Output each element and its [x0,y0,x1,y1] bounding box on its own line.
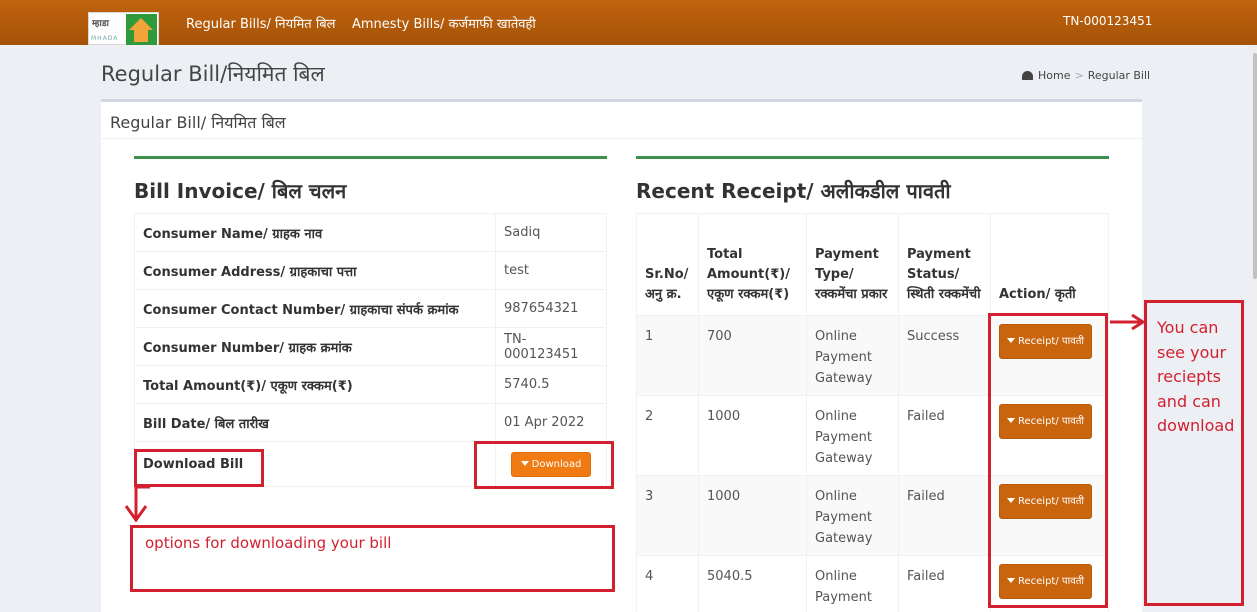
breadcrumb-home[interactable]: Home [1038,69,1070,82]
table-row: Total Amount(₹)/ एकूण रक्कम(₹) 5740.5 [134,365,607,404]
top-navbar: म्हाडा MHADA Regular Bills/ नियमित बिल A… [0,0,1257,45]
scrollbar-thumb[interactable] [1253,53,1257,279]
invoice-value: 987654321 [495,289,607,328]
breadcrumb-current: Regular Bill [1087,69,1151,82]
table-header-row: Sr.No/ अनु क्र. Total Amount(₹)/ एकूण रक… [636,213,1109,316]
breadcrumb: Home > Regular Bill [1022,69,1150,82]
annotation-receipt-note: You can see your reciepts and can downlo… [1157,318,1235,435]
cell-payment-status: Success [898,315,991,396]
invoice-value: 01 Apr 2022 [495,403,607,442]
cell-srno: 4 [636,555,699,612]
col-header-srno: Sr.No/ अनु क्र. [636,213,699,316]
invoice-value: TN-000123451 [495,327,607,366]
page-title: Regular Bill/नियमित बिल [101,62,325,86]
nav-regular-bills[interactable]: Regular Bills/ नियमित बिल [186,14,335,32]
nav-amnesty-bills[interactable]: Amnesty Bills/ कर्जमाफी खातेवही [352,14,536,32]
panel-divider [101,138,1142,139]
receipt-green-rule [636,156,1109,159]
invoice-label: Consumer Name/ ग्राहक नाव [134,213,496,252]
invoice-label: Consumer Contact Number/ ग्राहकाचा संपर्… [134,289,496,328]
annotation-box-receipt-buttons [988,313,1108,608]
table-row: Consumer Name/ ग्राहक नाव Sadiq [134,213,607,252]
cell-srno: 1 [636,315,699,396]
invoice-label: Bill Date/ बिल तारीख [134,403,496,442]
cell-payment-type: Online Payment [806,555,899,612]
cell-srno: 2 [636,395,699,476]
cell-payment-status: Failed [898,395,991,476]
table-row: Bill Date/ बिल तारीख 01 Apr 2022 [134,403,607,442]
page-scrollbar[interactable] [1252,45,1257,612]
table-row: Consumer Contact Number/ ग्राहकाचा संपर्… [134,289,607,328]
invoice-green-rule [134,156,607,159]
cell-payment-type: Online Payment Gateway [806,475,899,556]
receipt-title: Recent Receipt/ अलीकडील पावती [636,179,951,203]
col-header-payment-status: Payment Status/ स्थिती रक्कमेंची [898,213,991,316]
logo-subtext: MHADA [91,35,119,42]
invoice-title: Bill Invoice/ बिल चलन [134,179,347,203]
panel-title: Regular Bill/ नियमित बिल [110,113,286,132]
invoice-value: 5740.5 [495,365,607,404]
col-header-amount: Total Amount(₹)/ एकूण रक्कम(₹) [698,213,807,316]
annotation-bill-note: options for downloading your bill [145,534,392,552]
annotation-box-download-button [474,441,614,489]
cell-srno: 3 [636,475,699,556]
house-body [134,29,148,42]
logo-text: म्हाडा [92,19,109,29]
invoice-value: test [495,251,607,290]
table-row: Consumer Address/ ग्राहकाचा पत्ता test [134,251,607,290]
breadcrumb-separator: > [1074,69,1084,82]
col-header-payment-type: Payment Type/ रक्कमेंचा प्रकार [806,213,899,316]
cell-amount: 5040.5 [698,555,807,612]
consumer-id-menu[interactable]: TN-000123451 [1063,14,1152,28]
cell-payment-type: Online Payment Gateway [806,315,899,396]
invoice-value: Sadiq [495,213,607,252]
invoice-label: Total Amount(₹)/ एकूण रक्कम(₹) [134,365,496,404]
cell-payment-status: Failed [898,555,991,612]
cell-payment-status: Failed [898,475,991,556]
cell-amount: 1000 [698,395,807,476]
cell-payment-type: Online Payment Gateway [806,395,899,476]
mhada-logo[interactable]: म्हाडा MHADA [88,12,159,45]
annotation-box-download-label [134,449,264,487]
invoice-label: Consumer Number/ ग्राहक क्रमांक [134,327,496,366]
invoice-label: Consumer Address/ ग्राहकाचा पत्ता [134,251,496,290]
cell-amount: 700 [698,315,807,396]
col-header-action: Action/ कृती [990,213,1109,316]
dashboard-icon [1022,71,1033,80]
table-row: Consumer Number/ ग्राहक क्रमांक TN-00012… [134,327,607,366]
cell-amount: 1000 [698,475,807,556]
